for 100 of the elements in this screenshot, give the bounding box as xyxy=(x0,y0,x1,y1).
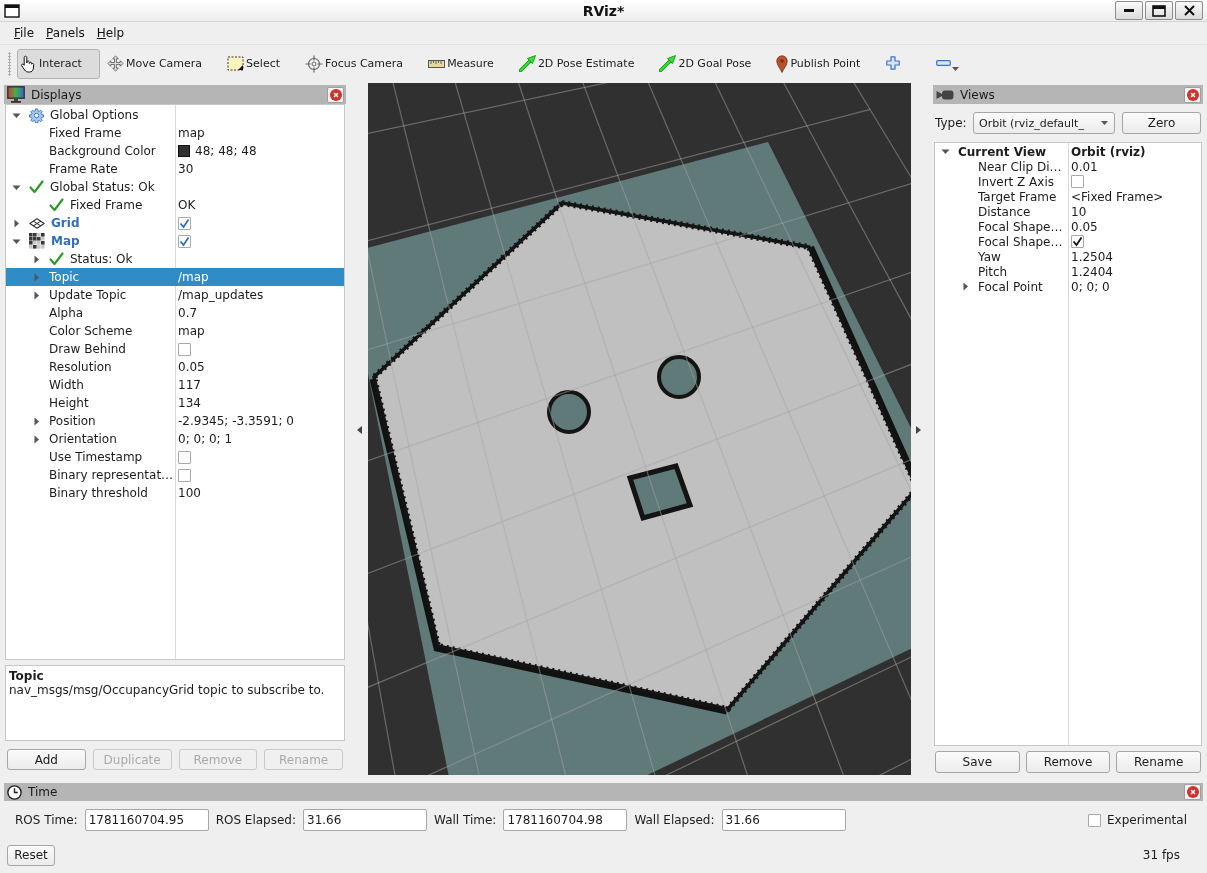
panel-button[interactable]: Remove xyxy=(1025,751,1111,773)
tree-row[interactable]: Color Scheme map xyxy=(6,322,344,340)
property-value: Orbit (rviz) xyxy=(1071,144,1146,159)
minimize-button[interactable] xyxy=(1115,1,1143,20)
tree-row[interactable]: Grid xyxy=(6,214,344,232)
property-name: Global Options xyxy=(50,108,139,122)
property-value: 117 xyxy=(178,378,201,392)
menu-item[interactable]: Panels xyxy=(40,26,91,40)
tree-row[interactable]: Orientation 0; 0; 0; 1 xyxy=(6,430,344,448)
tree-row[interactable]: Pitch 1.2404 xyxy=(935,264,1201,279)
tree-row[interactable]: Yaw 1.2504 xyxy=(935,249,1201,264)
close-icon xyxy=(1183,5,1195,16)
tree-row[interactable]: Draw Behind xyxy=(6,340,344,358)
tool-button[interactable]: 2D Goal Pose xyxy=(656,48,770,79)
tree-row[interactable]: Topic /map xyxy=(6,268,344,286)
close-button[interactable] xyxy=(1175,1,1203,20)
property-name: Status: Ok xyxy=(70,252,133,266)
view-type-dropdown[interactable]: Orbit (rviz_default_ xyxy=(973,112,1115,134)
tree-row[interactable]: Near Clip Di… 0.01 xyxy=(935,159,1201,174)
checkbox[interactable] xyxy=(178,216,191,230)
check-icon xyxy=(29,180,44,194)
tree-row[interactable]: Focal Shape… 0.05 xyxy=(935,219,1201,234)
zero-button[interactable]: Zero xyxy=(1122,112,1201,134)
property-value: /map xyxy=(178,270,209,284)
property-name: Pitch xyxy=(978,264,1008,279)
crosshair-icon xyxy=(305,54,324,73)
tree-row[interactable]: Map xyxy=(6,232,344,250)
tree-row[interactable]: Background Color 48; 48; 48 xyxy=(6,142,344,160)
tool-button[interactable]: Focus Camera xyxy=(302,48,422,79)
property-value: 1.2404 xyxy=(1071,264,1113,279)
checkbox[interactable] xyxy=(1087,813,1101,827)
tree-row[interactable]: Use Timestamp xyxy=(6,448,344,466)
maximize-icon xyxy=(1152,4,1166,17)
time-field[interactable]: 1781160704.95 xyxy=(84,809,209,831)
close-icon xyxy=(329,88,342,101)
property-value: 0.7 xyxy=(178,306,198,320)
tree-row[interactable]: Focal Point 0; 0; 0 xyxy=(935,279,1201,294)
description-text: nav_msgs/msg/OccupancyGrid topic to subscribe to. xyxy=(9,683,325,697)
tool-button[interactable]: 2D Pose Estimate xyxy=(515,48,653,79)
property-value: 100 xyxy=(178,486,201,500)
tree-row[interactable]: Update Topic /map_updates xyxy=(6,286,344,304)
monitor-icon xyxy=(7,86,25,103)
property-value: 0; 0; 0; 1 xyxy=(178,432,233,446)
tool-button[interactable]: Publish Point xyxy=(773,48,879,79)
checkbox[interactable] xyxy=(1071,235,1084,248)
checkbox[interactable] xyxy=(178,468,191,482)
check-icon xyxy=(49,198,64,212)
panel-button[interactable]: Save xyxy=(935,751,1020,773)
tool-button[interactable]: Measure xyxy=(425,48,512,79)
property-name: Fixed Frame xyxy=(70,198,143,212)
property-value: 0; 0; 0 xyxy=(1071,279,1110,294)
tree-row[interactable]: Position -2.9345; -3.3591; 0 xyxy=(6,412,344,430)
field-label: Wall Elapsed: xyxy=(634,813,715,827)
tree-row[interactable]: Binary representat… xyxy=(6,466,344,484)
menu-item[interactable]: Help xyxy=(90,26,131,40)
property-name: Target Frame xyxy=(978,189,1057,204)
tree-row[interactable]: Status: Ok xyxy=(6,250,344,268)
time-field[interactable]: 1781160704.98 xyxy=(503,809,628,831)
tree-row[interactable]: Current View Orbit (rviz) xyxy=(935,144,1201,159)
time-field[interactable]: 31.66 xyxy=(721,809,846,831)
checkbox[interactable] xyxy=(178,450,191,464)
checkbox[interactable] xyxy=(178,234,191,248)
window-icon xyxy=(4,3,20,18)
caret-icon[interactable] xyxy=(940,147,950,156)
plus-icon xyxy=(886,55,901,70)
tree-row[interactable]: Target Frame <Fixed Frame> xyxy=(935,189,1201,204)
property-name: Current View xyxy=(958,144,1047,159)
property-value: 10 xyxy=(1071,204,1087,219)
tree-row[interactable]: Height 134 xyxy=(6,394,344,412)
caret-right-icon[interactable] xyxy=(916,425,921,434)
menu-item[interactable]: File xyxy=(8,26,41,40)
tree-row[interactable]: Focal Shape… xyxy=(935,234,1201,249)
tree-row[interactable]: Global Options xyxy=(6,106,344,124)
tree-row[interactable]: Width 117 xyxy=(6,376,344,394)
tool-button[interactable]: Interact xyxy=(17,48,100,79)
close-icon xyxy=(1186,88,1199,101)
tree-row[interactable]: Fixed Frame OK xyxy=(6,196,344,214)
tree-row[interactable]: Global Status: Ok xyxy=(6,178,344,196)
location-pin-icon xyxy=(776,54,789,73)
property-name: Invert Z Axis xyxy=(978,174,1054,189)
arrow-icon xyxy=(518,55,536,72)
tree-row[interactable]: Alpha 0.7 xyxy=(6,304,344,322)
tool-button[interactable]: Move Camera xyxy=(103,48,221,79)
tree-row[interactable]: Distance 10 xyxy=(935,204,1201,219)
tree-row[interactable]: Fixed Frame map xyxy=(6,124,344,142)
panel-button[interactable]: Rename xyxy=(1116,751,1201,773)
panel-button[interactable]: Add xyxy=(7,749,86,770)
checkbox[interactable] xyxy=(1071,175,1084,188)
tree-row[interactable]: Invert Z Axis xyxy=(935,174,1201,189)
maximize-button[interactable] xyxy=(1145,1,1173,20)
tree-row[interactable]: Binary threshold 100 xyxy=(6,484,344,502)
checkbox[interactable] xyxy=(178,342,191,356)
property-name: Resolution xyxy=(49,360,112,374)
property-value: 0.05 xyxy=(178,360,205,374)
tool-button[interactable]: Select xyxy=(224,48,299,79)
tree-row[interactable]: Frame Rate 30 xyxy=(6,160,344,178)
time-field[interactable]: 31.66 xyxy=(303,809,428,831)
reset-button[interactable]: Reset xyxy=(7,844,55,866)
tree-row[interactable]: Resolution 0.05 xyxy=(6,358,344,376)
caret-left-icon[interactable] xyxy=(357,425,362,434)
